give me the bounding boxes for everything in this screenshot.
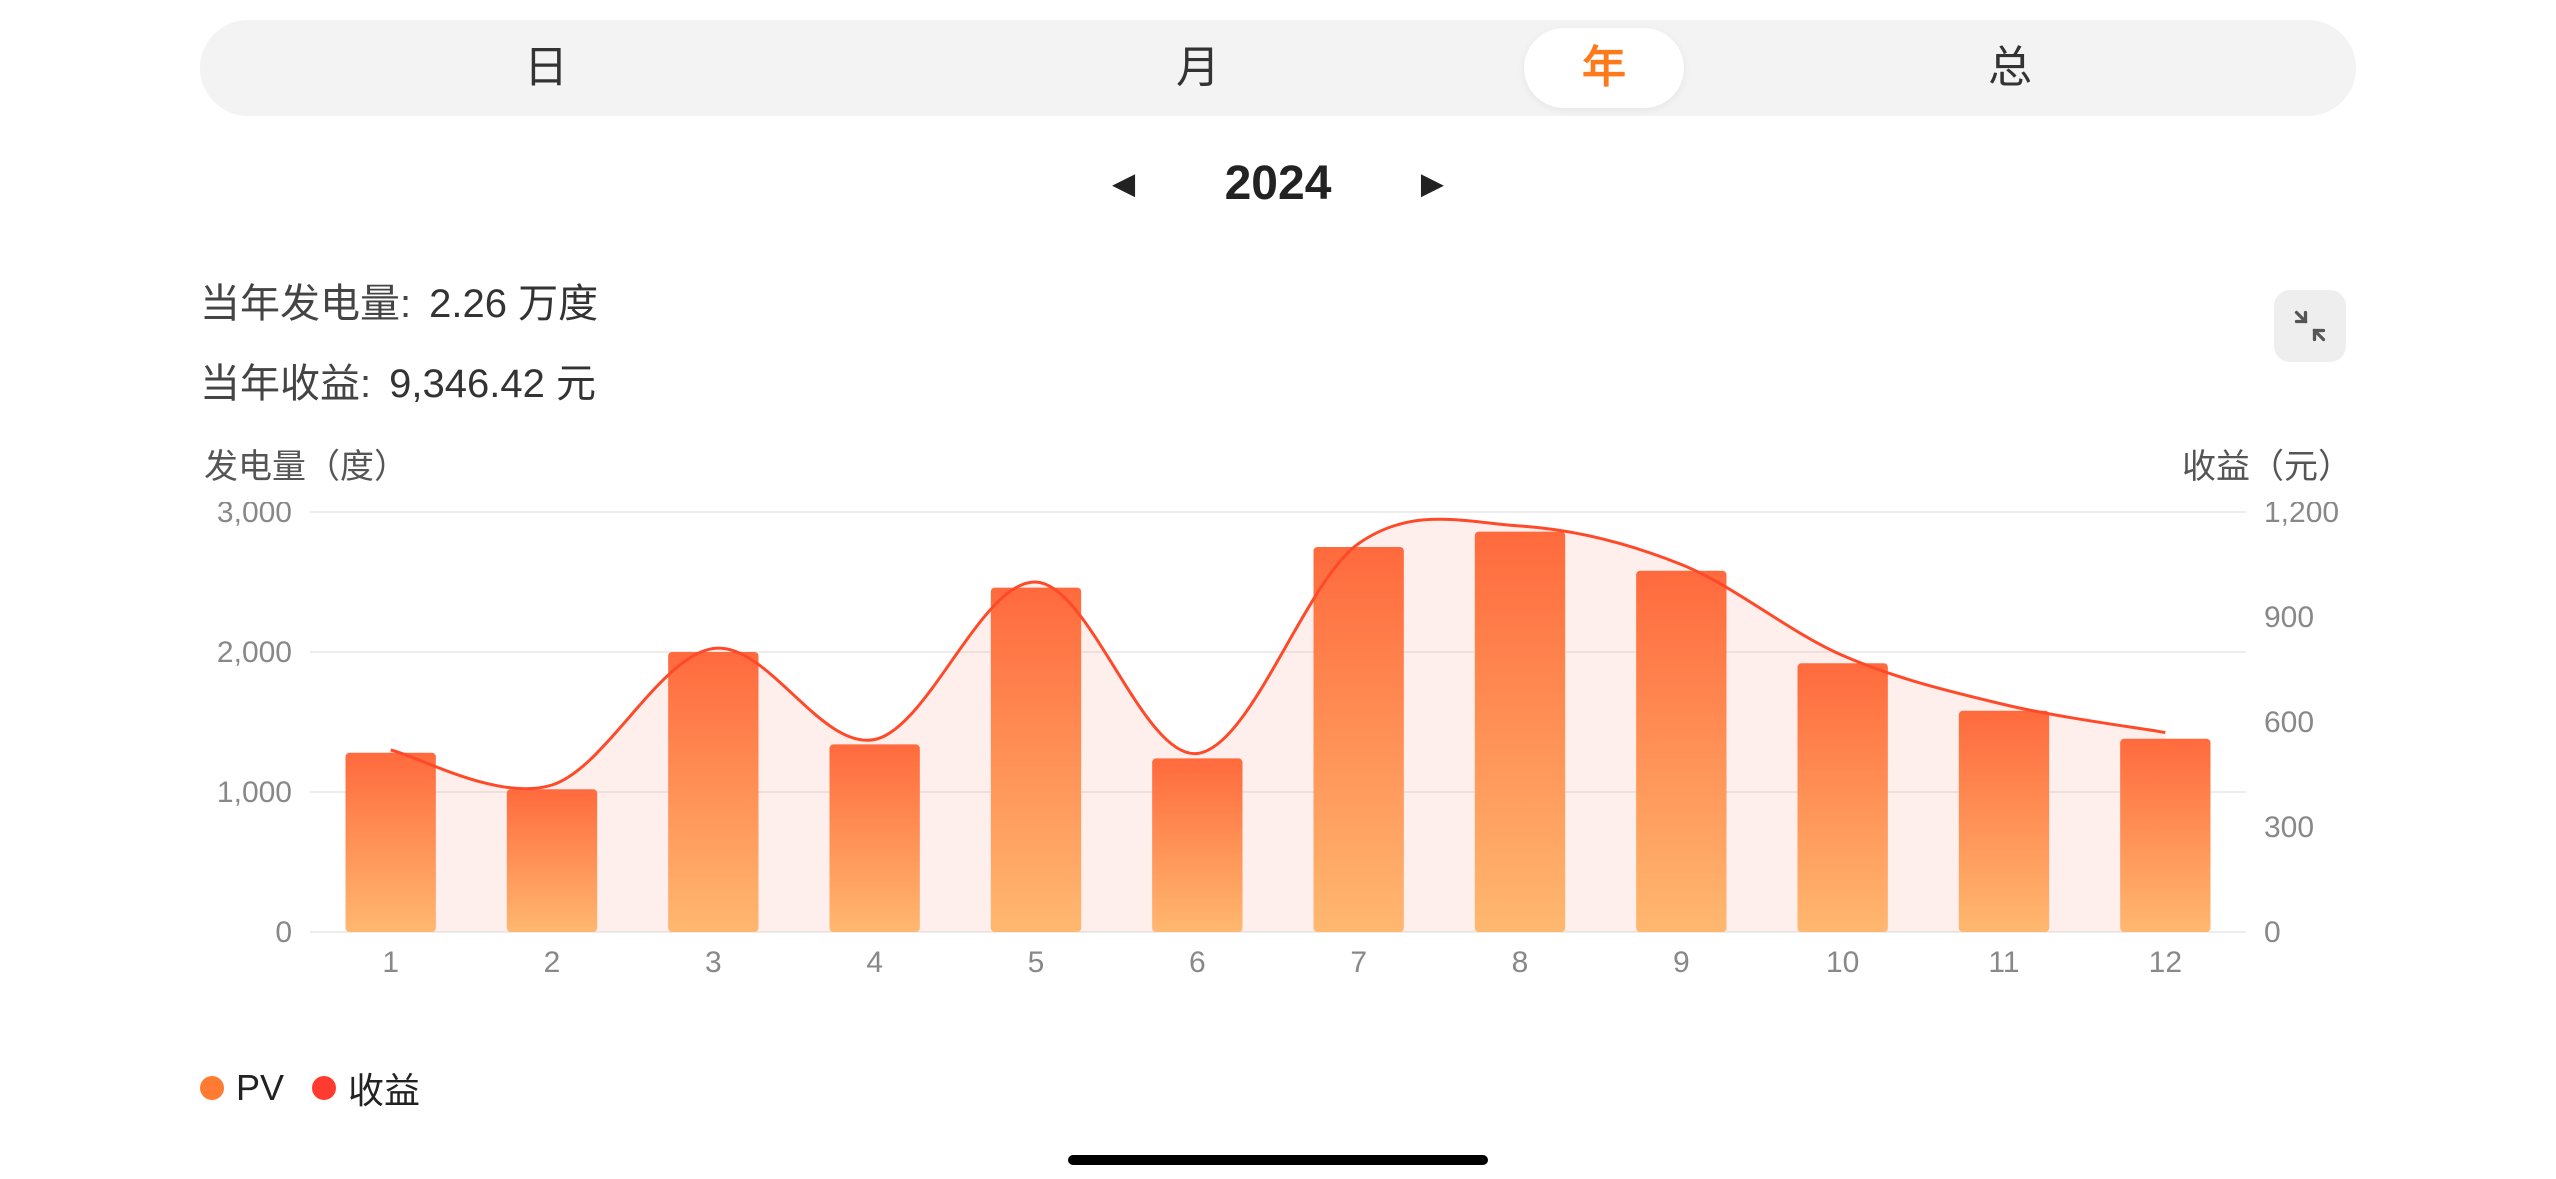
svg-text:1: 1 <box>382 946 399 979</box>
left-axis-title: 发电量（度） <box>204 439 408 488</box>
gen-label: 当年发电量: <box>200 271 411 329</box>
svg-text:3: 3 <box>705 946 722 979</box>
collapse-icon[interactable] <box>2274 290 2346 362</box>
svg-text:2: 2 <box>544 946 561 979</box>
tab-year[interactable]: 年 <box>1524 28 1684 108</box>
summary-block: 当年发电量: 2.26 万度 当年收益: 9,346.42 元 <box>200 271 2356 409</box>
svg-text:5: 5 <box>1028 946 1045 979</box>
svg-text:1,200: 1,200 <box>2264 502 2339 529</box>
svg-text:0: 0 <box>275 916 292 949</box>
tab-day[interactable]: 日 <box>220 28 872 108</box>
tab-total[interactable]: 总 <box>1684 28 2336 108</box>
year-value: 2024 <box>1225 156 1332 211</box>
legend-pv-dot <box>200 1076 224 1100</box>
svg-text:0: 0 <box>2264 916 2281 949</box>
svg-text:9: 9 <box>1673 946 1690 979</box>
svg-text:900: 900 <box>2264 601 2314 634</box>
svg-text:600: 600 <box>2264 706 2314 739</box>
svg-text:3,000: 3,000 <box>217 502 292 529</box>
rev-label: 当年收益: <box>200 351 371 409</box>
rev-value: 9,346.42 元 <box>389 351 596 409</box>
legend-profit-label: 收益 <box>348 1062 420 1114</box>
svg-text:1,000: 1,000 <box>217 776 292 809</box>
svg-text:7: 7 <box>1350 946 1367 979</box>
svg-text:4: 4 <box>866 946 883 979</box>
svg-text:8: 8 <box>1512 946 1529 979</box>
legend-pv-label: PV <box>236 1067 284 1109</box>
legend-profit-dot <box>312 1076 336 1100</box>
svg-text:300: 300 <box>2264 811 2314 844</box>
gen-value: 2.26 万度 <box>429 271 598 329</box>
year-selector: ◀ 2024 ▶ <box>200 156 2356 211</box>
right-axis-title: 收益（元） <box>2182 439 2352 488</box>
tab-month[interactable]: 月 <box>872 28 1524 108</box>
chart-plot: 01,0002,0003,00003006009001,200123456789… <box>200 502 2356 982</box>
legend: PV 收益 <box>200 1062 2356 1114</box>
svg-text:2,000: 2,000 <box>217 636 292 669</box>
svg-text:11: 11 <box>1988 946 2019 979</box>
prev-year-icon[interactable]: ◀ <box>1113 167 1135 200</box>
legend-pv[interactable]: PV <box>200 1067 284 1109</box>
period-tabs: 日 月 年 总 <box>200 20 2356 116</box>
legend-profit[interactable]: 收益 <box>312 1062 420 1114</box>
svg-text:6: 6 <box>1189 946 1206 979</box>
home-indicator <box>1068 1155 1488 1165</box>
svg-text:12: 12 <box>2149 946 2182 979</box>
next-year-icon[interactable]: ▶ <box>1421 167 1443 200</box>
svg-text:10: 10 <box>1826 946 1859 979</box>
